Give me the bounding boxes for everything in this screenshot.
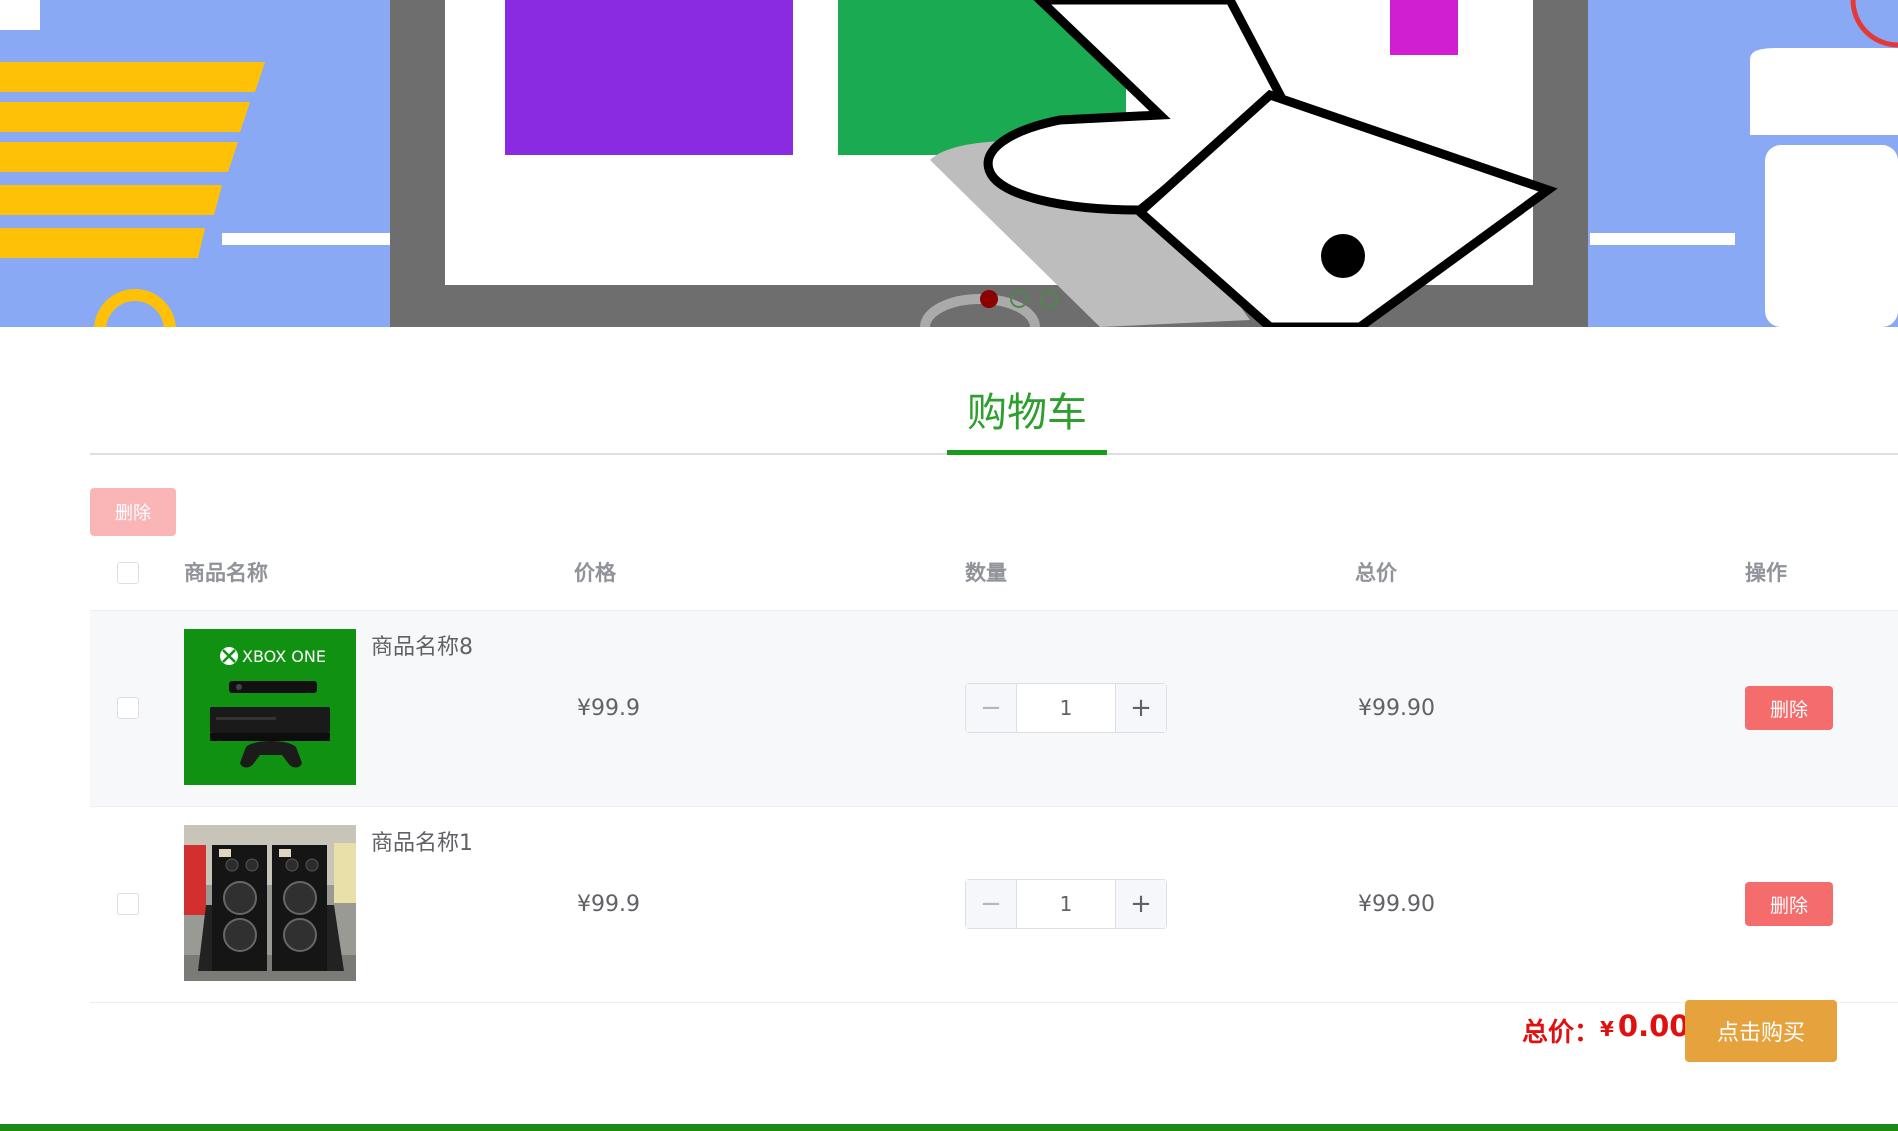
row-subtotal: ¥99.90 <box>1358 892 1435 917</box>
row-subtotal: ¥99.90 <box>1358 696 1435 721</box>
product-name[interactable]: 商品名称8 <box>371 629 473 661</box>
xbox-one-console-image: XBOX ONE <box>184 629 356 785</box>
select-all-checkbox[interactable] <box>117 562 139 584</box>
increase-quantity-button[interactable]: + <box>1115 684 1166 732</box>
column-header-action: 操作 <box>1745 561 1787 585</box>
row-select-checkbox[interactable] <box>117 893 139 915</box>
quantity-input[interactable] <box>1017 684 1115 732</box>
table-row: XBOX ONE 商品名称8 ¥99.9 − + ¥99.90 删除 <box>90 611 1898 807</box>
batch-delete-button[interactable]: 删除 <box>90 488 176 536</box>
product-image-xbox[interactable]: XBOX ONE <box>184 629 356 785</box>
tab-active-underline <box>947 450 1107 455</box>
speakers-image <box>184 825 356 981</box>
row-select-checkbox[interactable] <box>117 697 139 719</box>
row-delete-button[interactable]: 删除 <box>1745 882 1833 926</box>
banner-illustration <box>0 0 1898 327</box>
total-label: 总价： <box>1522 1018 1601 1048</box>
carousel-dot-3[interactable] <box>1040 290 1058 308</box>
quantity-stepper: − + <box>965 879 1167 929</box>
column-header-subtotal: 总价 <box>1355 561 1397 585</box>
column-header-quantity: 数量 <box>965 561 1007 585</box>
quantity-input[interactable] <box>1017 880 1115 928</box>
decrease-quantity-button[interactable]: − <box>966 880 1017 928</box>
column-header-name: 商品名称 <box>184 561 268 585</box>
total-price: ¥0.00 <box>1600 1009 1689 1043</box>
total-amount: 0.00 <box>1617 1009 1690 1043</box>
footer-bar <box>0 1124 1898 1131</box>
product-name[interactable]: 商品名称1 <box>371 825 473 857</box>
svg-text:XBOX ONE: XBOX ONE <box>242 647 326 666</box>
quantity-stepper: − + <box>965 683 1167 733</box>
table-header: 商品名称 价格 数量 总价 操作 <box>90 545 1898 611</box>
product-image-speakers[interactable] <box>184 825 356 981</box>
tab-shopping-cart[interactable]: 购物车 <box>947 382 1107 444</box>
increase-quantity-button[interactable]: + <box>1115 880 1166 928</box>
product-price: ¥99.9 <box>577 696 640 721</box>
table-row: 商品名称1 ¥99.9 − + ¥99.90 删除 <box>90 807 1898 1003</box>
decrease-quantity-button[interactable]: − <box>966 684 1017 732</box>
currency-symbol: ¥ <box>1600 1017 1614 1041</box>
carousel-indicators <box>980 290 1058 308</box>
buy-button[interactable]: 点击购买 <box>1685 1000 1837 1062</box>
product-price: ¥99.9 <box>577 892 640 917</box>
carousel-dot-1[interactable] <box>980 290 998 308</box>
column-header-price: 价格 <box>574 561 616 585</box>
banner-carousel[interactable] <box>0 0 1898 327</box>
cart-table: 商品名称 价格 数量 总价 操作 XBOX ONE 商品名称8 ¥99.9 − … <box>90 545 1898 1003</box>
row-delete-button[interactable]: 删除 <box>1745 686 1833 730</box>
carousel-dot-2[interactable] <box>1010 290 1028 308</box>
